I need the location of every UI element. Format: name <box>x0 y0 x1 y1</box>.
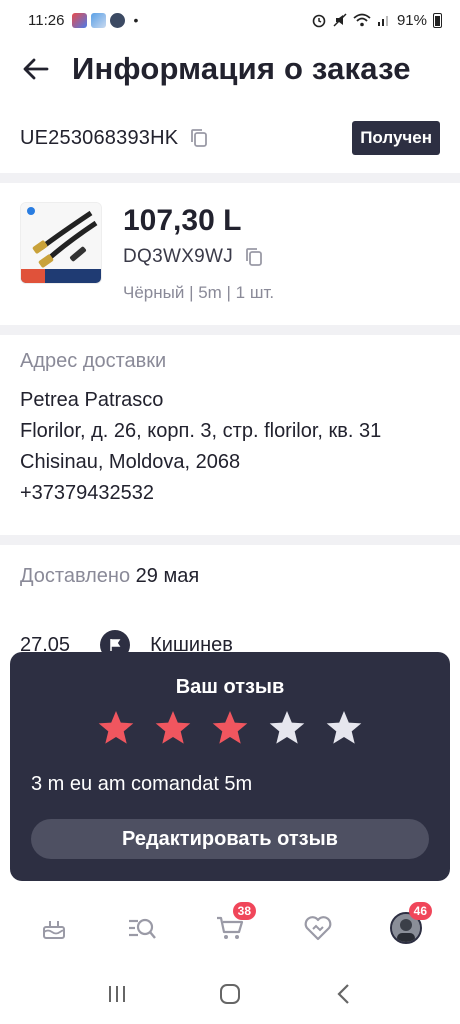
product-card[interactable]: 107,30 L DQ3WX9WJ Чёрный | 5m | 1 шт. <box>0 190 460 320</box>
star-empty-icon[interactable] <box>268 709 306 747</box>
nav-home[interactable] <box>26 900 82 956</box>
delivery-address-section: Адрес доставки Petrea Patrasco Florilor,… <box>20 350 450 509</box>
audio-cable-image <box>21 203 101 283</box>
cake-icon <box>43 921 65 939</box>
header: Информация о заказе <box>0 40 460 98</box>
address-street: Florilor, д. 26, корп. 3, стр. florilor,… <box>20 420 382 442</box>
review-text: 3 m eu am comandat 5m <box>31 773 253 795</box>
product-image[interactable] <box>20 202 102 284</box>
cart-badge: 38 <box>232 902 256 920</box>
order-status-badge: Получен <box>352 121 440 155</box>
divider <box>0 535 460 545</box>
app-notification-icon <box>110 12 126 28</box>
product-variant: Чёрный | 5m | 1 шт. <box>123 283 275 302</box>
notification-icons: • <box>72 12 138 28</box>
status-dot: • <box>133 12 139 28</box>
address-name: Petrea Patrasco <box>20 389 164 411</box>
nav-favorites[interactable] <box>290 900 346 956</box>
recents-icon <box>108 986 125 1002</box>
review-card: Ваш отзыв 3 m eu am comandat 5m Редактир… <box>10 652 450 881</box>
search-list-icon <box>129 918 156 939</box>
divider <box>0 325 460 335</box>
order-number: UE253068393HK <box>20 126 179 149</box>
star-filled-icon[interactable] <box>97 709 135 747</box>
arrow-left-icon <box>23 58 49 80</box>
copy-order-number-button[interactable] <box>188 127 210 149</box>
status-time: 11:26 <box>28 11 65 29</box>
system-nav-bar <box>0 964 460 1024</box>
copy-icon <box>191 129 208 147</box>
mute-icon <box>333 13 347 27</box>
signal-icon <box>377 16 388 26</box>
star-filled-icon[interactable] <box>154 709 192 747</box>
chevron-left-icon <box>337 984 350 1004</box>
copy-sku-button[interactable] <box>243 246 265 268</box>
battery-percent: 91% <box>396 11 427 29</box>
address-phone: +37379432532 <box>20 482 155 504</box>
heart-icon <box>304 916 332 941</box>
nav-profile[interactable]: 46 <box>378 900 434 956</box>
profile-badge: 46 <box>408 902 432 920</box>
star-filled-icon[interactable] <box>211 709 249 747</box>
home-icon <box>219 984 240 1004</box>
nav-cart[interactable]: 38 <box>202 900 258 956</box>
star-rating[interactable] <box>10 709 450 747</box>
home-button[interactable] <box>210 974 250 1014</box>
sku-row: DQ3WX9WJ <box>123 246 265 268</box>
product-sku: DQ3WX9WJ <box>123 246 234 267</box>
edit-review-button[interactable]: Редактировать отзыв <box>31 819 429 859</box>
delivered-label: Доставлено <box>20 565 131 587</box>
delivered-date: 29 мая <box>135 565 200 587</box>
page-title: Информация о заказе <box>72 51 411 86</box>
address-city: Chisinau, Moldova, 2068 <box>20 451 241 473</box>
product-price: 107,30 L <box>123 204 242 237</box>
copy-icon <box>246 248 262 266</box>
status-bar: 11:26 • 91% <box>0 0 460 40</box>
delivery-address-label: Адрес доставки <box>20 350 167 372</box>
wifi-icon <box>353 13 371 27</box>
divider <box>0 173 460 183</box>
status-right: 91% <box>311 12 442 29</box>
bottom-nav: 38 46 <box>0 892 460 964</box>
app-notification-icon <box>72 12 88 28</box>
star-empty-icon[interactable] <box>325 709 363 747</box>
recents-button[interactable] <box>97 974 137 1014</box>
back-system-button[interactable] <box>323 974 363 1014</box>
nav-catalog[interactable] <box>114 900 170 956</box>
review-title: Ваш отзыв <box>175 676 285 698</box>
order-number-row: UE253068393HK Получен <box>0 118 460 158</box>
battery-icon <box>433 12 442 28</box>
app-notification-icon <box>91 12 107 28</box>
alarm-icon <box>312 14 326 28</box>
back-button[interactable] <box>16 49 56 89</box>
delivered-row: Доставлено 29 мая <box>20 565 199 588</box>
